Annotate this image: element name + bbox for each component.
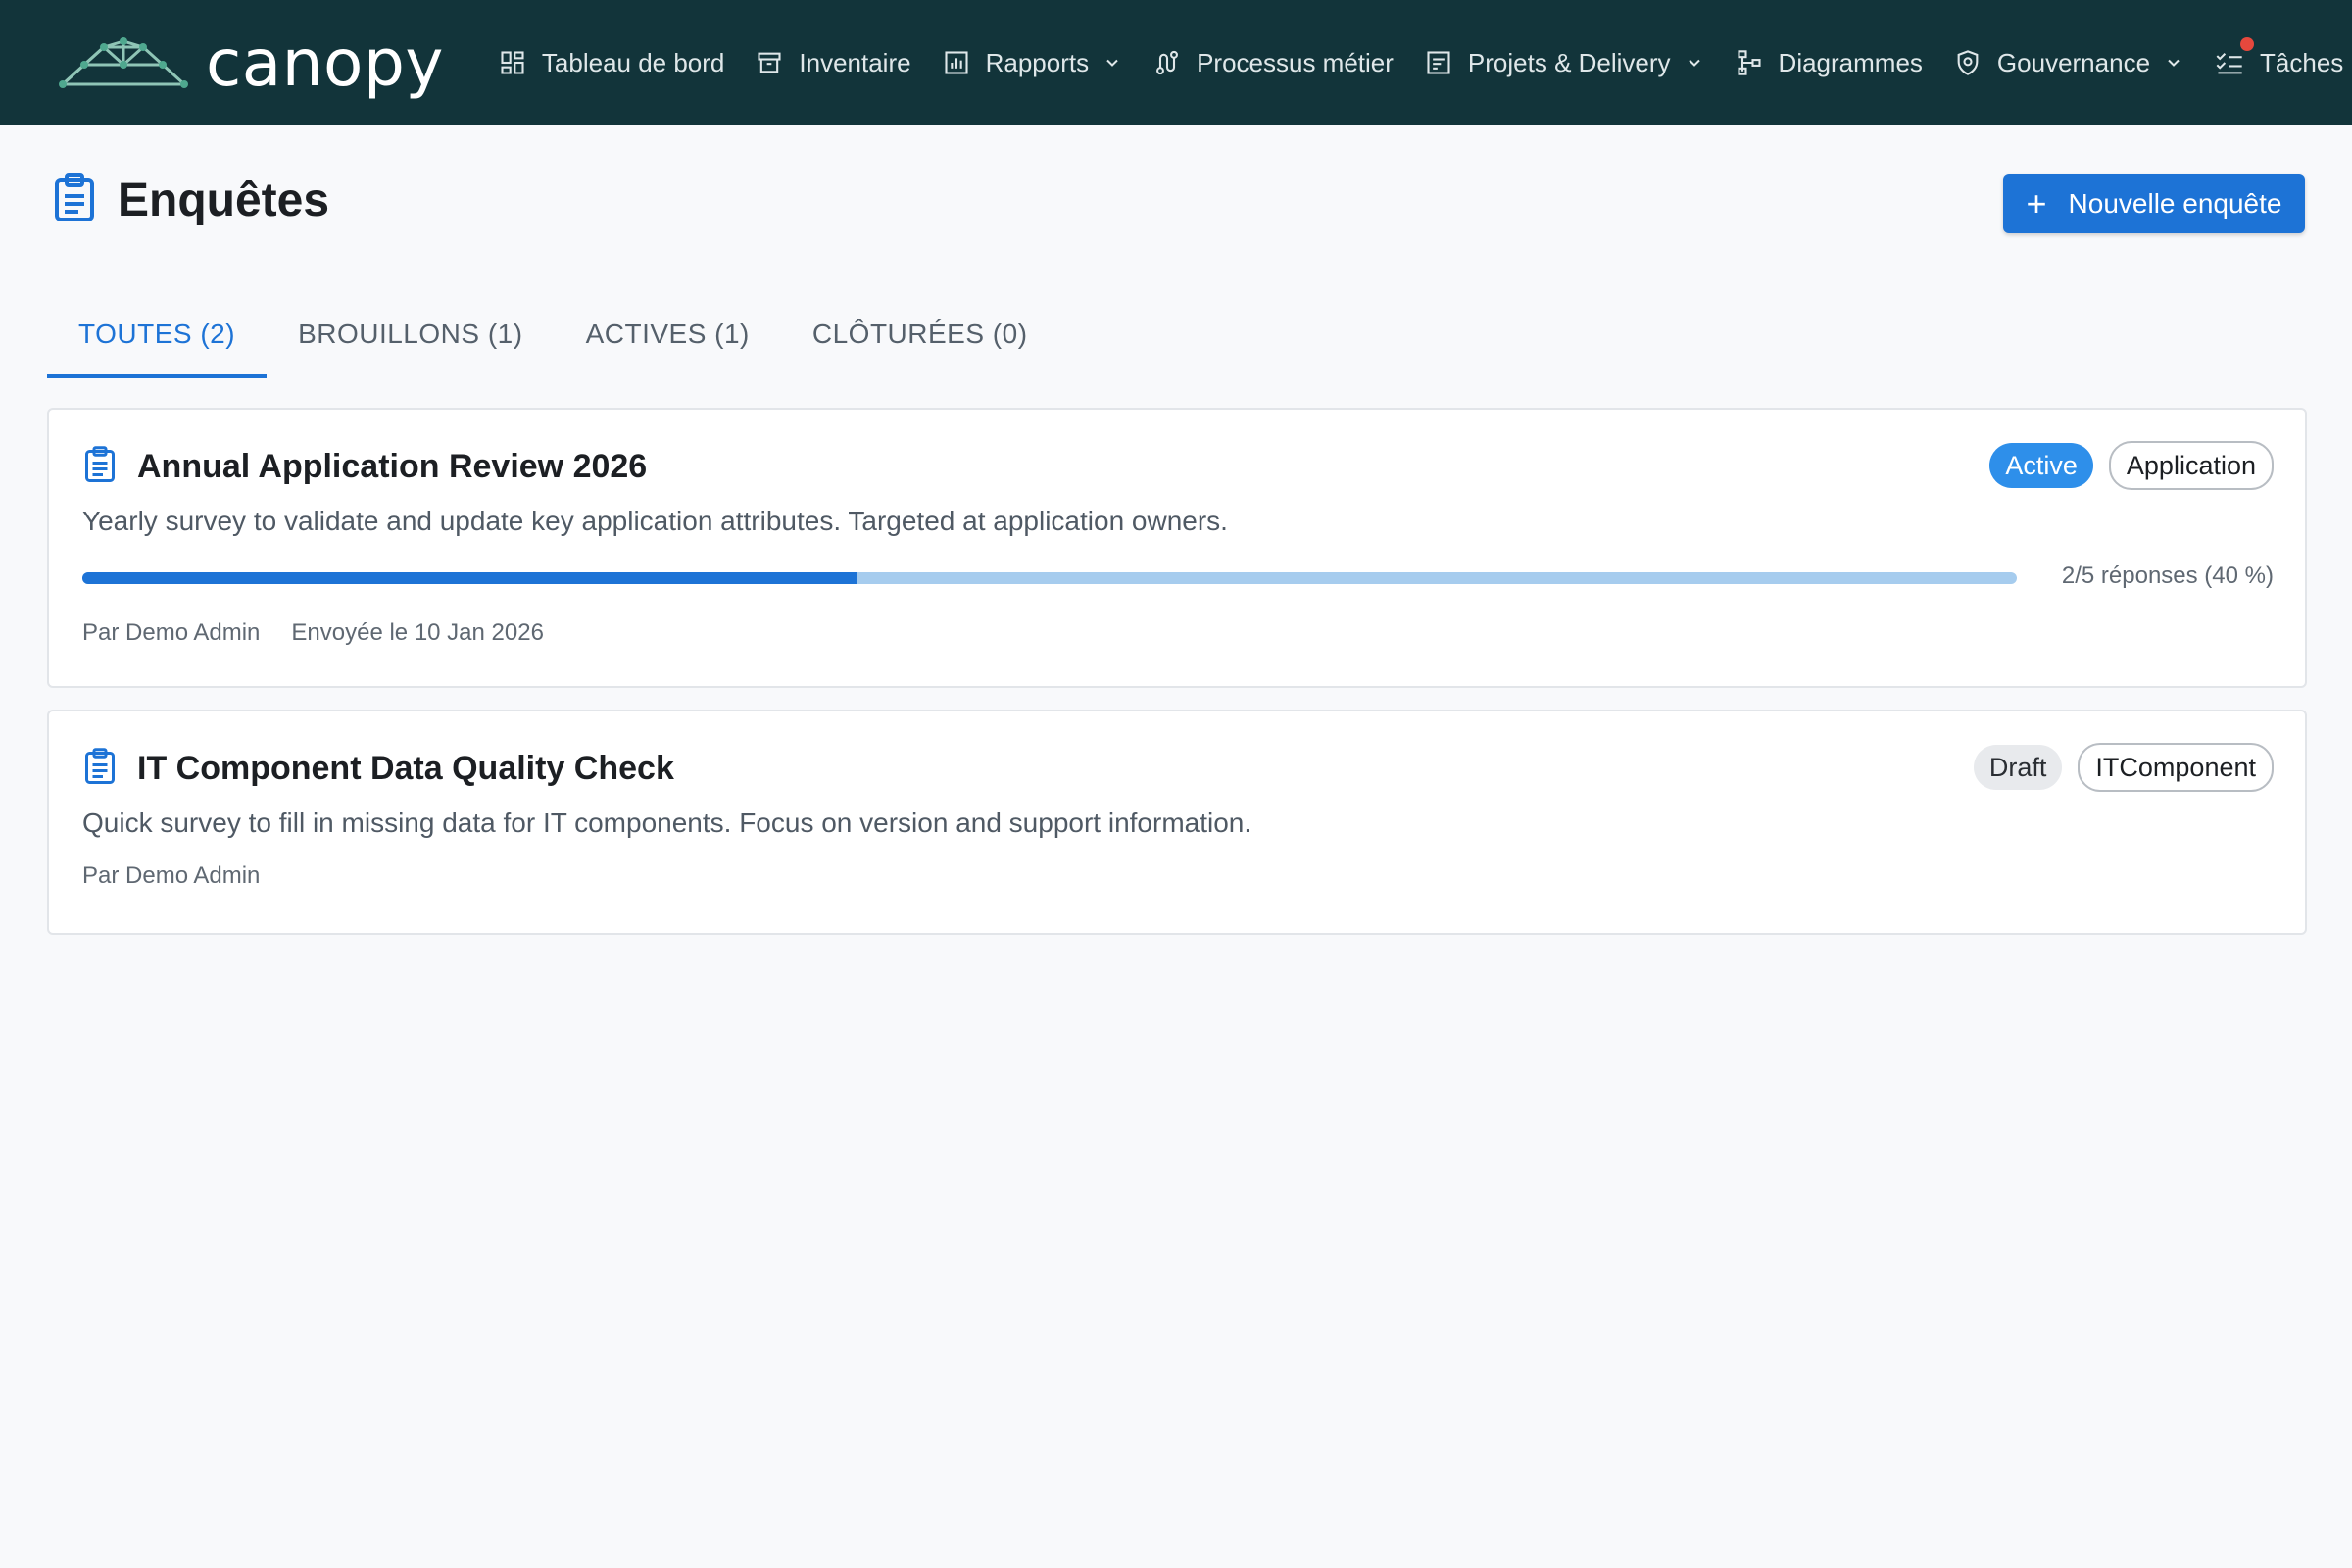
- chevron-down-icon: [2164, 53, 2183, 73]
- plus-icon: +: [2026, 183, 2047, 223]
- nav-label: Tableau de bord: [541, 47, 725, 77]
- new-survey-button[interactable]: + Nouvelle enquête: [2003, 174, 2305, 233]
- dashboard-icon: [499, 49, 526, 76]
- survey-title[interactable]: IT Component Data Quality Check: [137, 750, 674, 788]
- nav-label: Inventaire: [799, 47, 911, 77]
- survey-meta: Par Demo Admin: [82, 862, 260, 890]
- nav-label: Diagrammes: [1778, 47, 1923, 77]
- nav-label: Projets & Delivery: [1467, 47, 1671, 77]
- survey-card-header: IT Component Data Quality Check: [82, 747, 674, 791]
- survey-card-header: Annual Application Review 2026: [82, 445, 647, 489]
- top-navigation-bar: canopy Tableau de bord Inventaire Rappor…: [0, 0, 2352, 125]
- nav-label: Processus métier: [1197, 47, 1394, 77]
- canopy-logo-icon: [59, 35, 188, 90]
- survey-description: Yearly survey to validate and update key…: [82, 506, 1228, 536]
- nav-label: Tâches: [2260, 47, 2344, 77]
- survey-card[interactable]: Annual Application Review 2026 Active Ap…: [47, 408, 2307, 688]
- nav-item-diagrammes[interactable]: Diagrammes: [1736, 0, 1923, 125]
- survey-sent-date: Envoyée le 10 Jan 2026: [291, 619, 544, 646]
- survey-status-tabs: TOUTES (2) BROUILLONS (1) ACTIVES (1) CL…: [47, 294, 1059, 378]
- archive-icon: [756, 49, 783, 76]
- tab-active[interactable]: ACTIVES (1): [555, 294, 781, 374]
- nav-item-projets-delivery[interactable]: Projets & Delivery: [1425, 0, 1704, 125]
- project-board-icon: [1425, 49, 1452, 76]
- survey-author: Par Demo Admin: [82, 619, 261, 646]
- clipboard-icon: [82, 445, 118, 489]
- nav-item-rapports[interactable]: Rapports: [943, 0, 1123, 125]
- nav-item-processus-metier[interactable]: Processus métier: [1153, 0, 1394, 125]
- type-badge: Application: [2108, 441, 2274, 490]
- nav-item-inventaire[interactable]: Inventaire: [756, 0, 911, 125]
- tab-drafts[interactable]: BROUILLONS (1): [267, 294, 555, 374]
- notification-dot: [2240, 37, 2255, 51]
- chevron-down-icon: [1102, 53, 1122, 73]
- chevron-down-icon: [1685, 53, 1704, 73]
- tab-all[interactable]: TOUTES (2): [47, 294, 268, 378]
- nav-item-taches[interactable]: Tâches: [2215, 0, 2343, 125]
- response-progress-fill: [82, 572, 857, 584]
- nav-item-tableau-de-bord[interactable]: Tableau de bord: [499, 0, 724, 125]
- brand-name: canopy: [206, 24, 444, 101]
- status-badge: Draft: [1973, 745, 2063, 790]
- brand-logo[interactable]: canopy: [59, 25, 444, 101]
- bar-chart-icon: [943, 49, 970, 76]
- response-progress-bar: [82, 572, 2017, 584]
- clipboard-icon: [82, 747, 118, 791]
- survey-chips: Active Application: [1974, 441, 2274, 490]
- response-progress-label: 2/5 réponses (40 %): [2061, 563, 2274, 589]
- route-icon: [1153, 49, 1181, 76]
- hierarchy-icon: [1736, 49, 1763, 76]
- clipboard-icon: [51, 172, 98, 228]
- checklist-icon: [2215, 49, 2244, 76]
- tab-closed[interactable]: CLÔTURÉES (0): [781, 294, 1059, 374]
- survey-title[interactable]: Annual Application Review 2026: [137, 448, 647, 486]
- survey-author: Par Demo Admin: [82, 862, 261, 889]
- page-header: Enquêtes: [51, 172, 329, 228]
- nav-label: Rapports: [985, 47, 1090, 77]
- shield-icon: [1954, 49, 1982, 76]
- status-badge: Active: [1989, 443, 2093, 488]
- nav-item-gouvernance[interactable]: Gouvernance: [1954, 0, 2183, 125]
- survey-card[interactable]: IT Component Data Quality Check Draft IT…: [47, 710, 2307, 935]
- survey-meta: Par Demo Admin Envoyée le 10 Jan 2026: [82, 619, 544, 647]
- nav-label: Gouvernance: [1996, 47, 2151, 77]
- page-title: Enquêtes: [118, 174, 330, 226]
- new-survey-button-label: Nouvelle enquête: [2068, 188, 2282, 219]
- survey-chips: Draft ITComponent: [1958, 743, 2274, 792]
- survey-description: Quick survey to fill in missing data for…: [82, 808, 1252, 838]
- main-nav: Tableau de bord Inventaire Rapports Proc…: [499, 0, 2352, 125]
- type-badge: ITComponent: [2078, 743, 2274, 792]
